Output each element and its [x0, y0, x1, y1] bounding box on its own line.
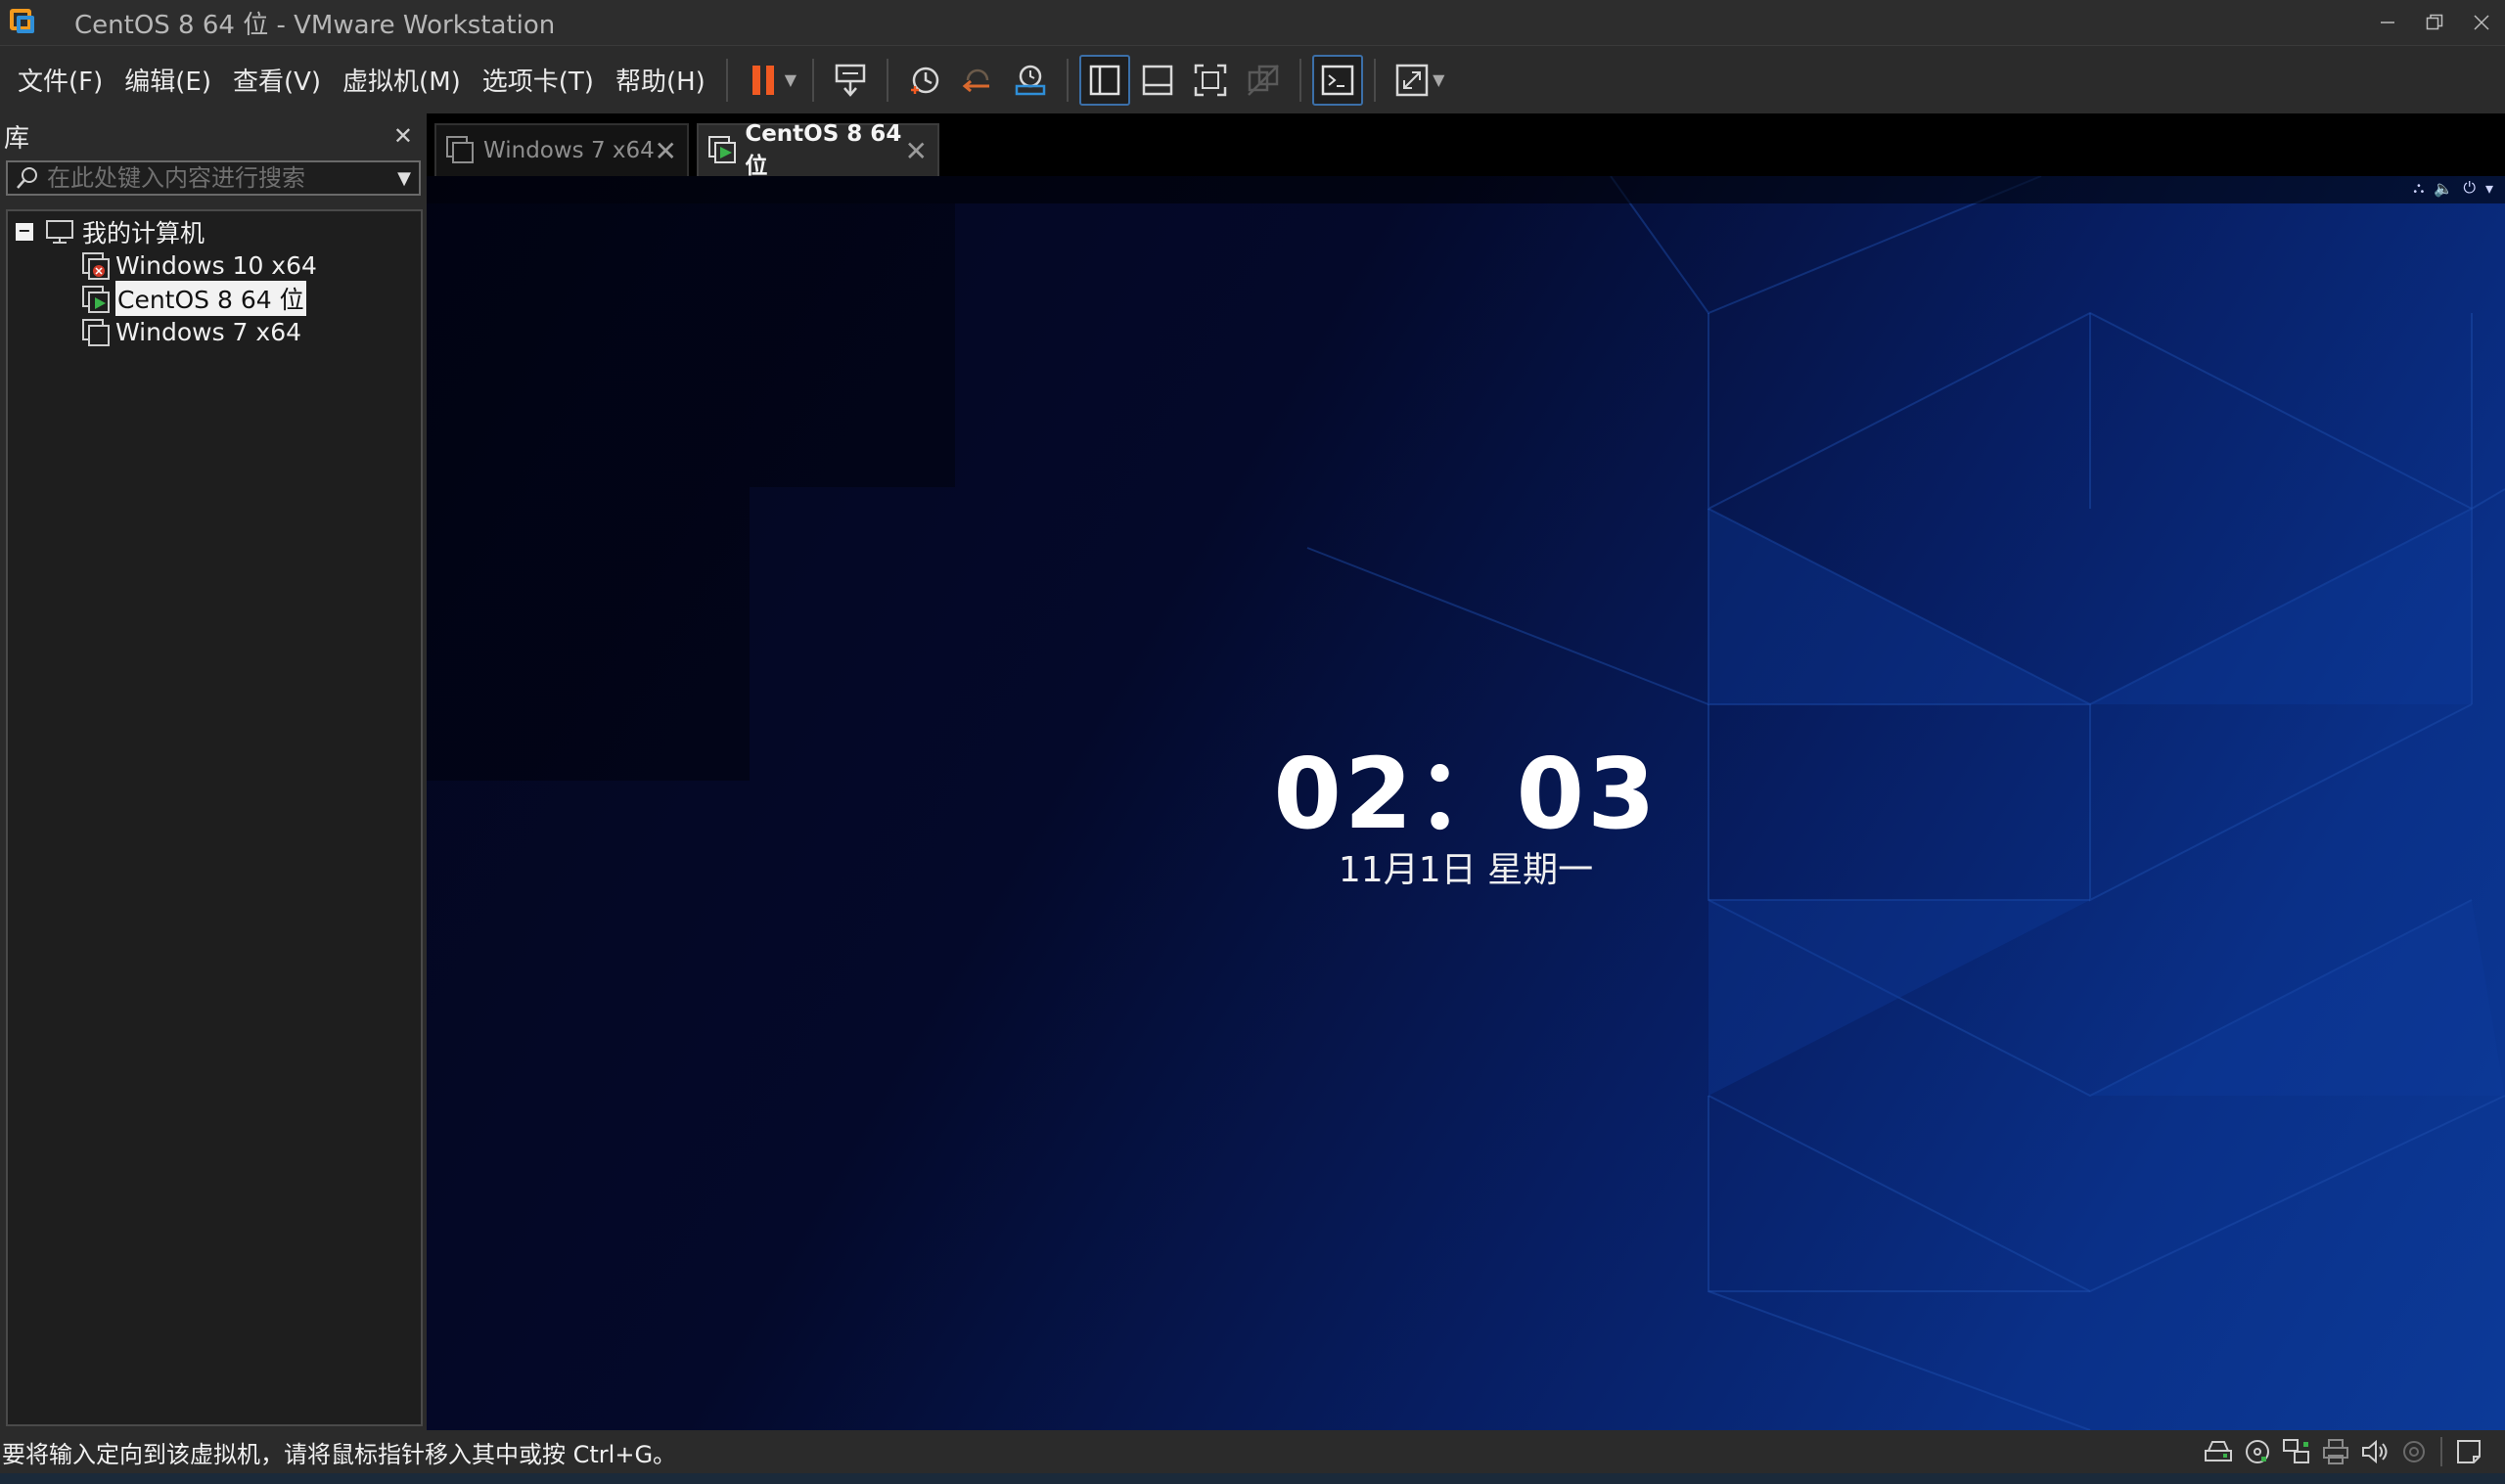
- vm-tab-icon: [446, 136, 474, 163]
- tab-label: CentOS 8 64 位: [745, 121, 902, 179]
- search-icon: [8, 165, 47, 191]
- window-bottom-edge: [0, 1473, 2505, 1484]
- restore-icon: [2426, 14, 2443, 30]
- tab-close-icon[interactable]: ✕: [905, 135, 928, 167]
- menu-vm[interactable]: 虚拟机(M): [332, 62, 472, 98]
- search-dropdown-icon[interactable]: ▼: [389, 168, 419, 189]
- volume-icon[interactable]: 🔈: [2434, 179, 2453, 198]
- tab-bar: Windows 7 x64 ✕ CentOS 8 64 位 ✕: [427, 113, 2505, 179]
- library-close-icon[interactable]: ✕: [393, 122, 413, 150]
- vm-running-icon: [80, 284, 112, 313]
- tab-close-icon[interactable]: ✕: [655, 135, 677, 167]
- tree-item-label: Windows 10 x64: [115, 250, 317, 280]
- status-message: 要将输入定向到该虚拟机，请将鼠标指针移入其中或按 Ctrl+G。: [2, 1440, 677, 1468]
- vm-running-tab-icon: [708, 136, 736, 163]
- lockscreen-date: 11月1日 星期一: [1338, 850, 1594, 890]
- snapshot-button[interactable]: [899, 55, 950, 106]
- toolbar-separator: [1067, 58, 1070, 102]
- pause-dropdown-icon[interactable]: ▼: [785, 70, 797, 89]
- menu-file[interactable]: 文件(F): [0, 62, 114, 98]
- guest-top-bar: ⛬ 🔈 ⏻ ▾: [427, 176, 2505, 203]
- revert-snapshot-button[interactable]: [952, 55, 1003, 106]
- unity-icon: [1248, 64, 1279, 96]
- menu-help[interactable]: 帮助(H): [605, 62, 716, 98]
- library-search-input[interactable]: [47, 164, 389, 192]
- sound-icon[interactable]: [2358, 1436, 2391, 1467]
- close-window-button[interactable]: [2458, 0, 2505, 45]
- stretch-dropdown-icon[interactable]: ▼: [1433, 70, 1444, 89]
- pause-icon: [752, 65, 774, 95]
- message-icon[interactable]: [2452, 1436, 2485, 1467]
- close-icon: [2474, 15, 2489, 30]
- chevron-down-icon[interactable]: ▾: [2485, 179, 2493, 198]
- tree-item-label: CentOS 8 64 位: [115, 281, 306, 316]
- menu-tabs[interactable]: 选项卡(T): [472, 62, 605, 98]
- library-view-icon: [1089, 65, 1120, 95]
- status-separator: [2440, 1437, 2442, 1466]
- hard-disk-icon[interactable]: [2202, 1436, 2235, 1467]
- restore-button[interactable]: [2411, 0, 2458, 45]
- vm-display[interactable]: ⛬ 🔈 ⏻ ▾ 02：03 11月1日 星期一: [427, 176, 2505, 1430]
- library-title: 库: [4, 123, 30, 154]
- minimize-icon: [2381, 22, 2394, 23]
- window-title: CentOS 8 64 位 - VMware Workstation: [74, 10, 556, 40]
- collapse-icon[interactable]: −: [16, 223, 33, 241]
- unity-button[interactable]: [1238, 55, 1289, 106]
- tree-item-vm[interactable]: Windows 10 x64: [80, 248, 317, 282]
- library-view-button[interactable]: [1079, 54, 1131, 106]
- tab-windows-7[interactable]: Windows 7 x64 ✕: [434, 123, 689, 176]
- console-icon: [1321, 65, 1354, 95]
- tab-label: Windows 7 x64: [483, 138, 655, 163]
- toolbar-separator: [1299, 58, 1302, 102]
- snapshot-manager-button[interactable]: [1005, 55, 1056, 106]
- tree-item-vm[interactable]: Windows 7 x64: [80, 315, 301, 348]
- library-header: 库 ✕: [0, 113, 425, 158]
- tree-item-label: Windows 7 x64: [115, 317, 302, 346]
- library-search: ▼: [6, 160, 421, 196]
- menu-toolbar: 文件(F) 编辑(E) 查看(V) 虚拟机(M) 选项卡(T) 帮助(H) ▼ …: [0, 45, 2505, 113]
- cd-dvd-icon[interactable]: [2241, 1436, 2274, 1467]
- lockscreen-clock: 02：03: [1273, 737, 1659, 851]
- tree-root-my-computer[interactable]: − 我的计算机: [16, 215, 205, 248]
- minimize-button[interactable]: [2364, 0, 2411, 45]
- stretch-icon: [1395, 64, 1429, 96]
- network-adapter-icon[interactable]: [2280, 1436, 2313, 1467]
- fullscreen-icon: [1194, 64, 1227, 96]
- power-icon[interactable]: ⏻: [2463, 178, 2476, 198]
- vm-icon: [80, 317, 112, 346]
- menu-view[interactable]: 查看(V): [222, 62, 332, 98]
- send-ctrl-alt-del-icon: [835, 64, 866, 97]
- pause-button[interactable]: [739, 55, 790, 106]
- thumbnail-bar-icon: [1142, 65, 1173, 95]
- vm-error-icon: [80, 250, 112, 280]
- menu-edit[interactable]: 编辑(E): [114, 62, 222, 98]
- stretch-button[interactable]: [1387, 55, 1437, 106]
- vmware-logo-icon: [6, 5, 41, 40]
- printer-icon[interactable]: [2319, 1436, 2352, 1467]
- toolbar-separator: [887, 58, 889, 102]
- send-ctrl-alt-del-button[interactable]: [825, 55, 876, 106]
- revert-snapshot-icon: [962, 68, 990, 92]
- status-bar: 要将输入定向到该虚拟机，请将鼠标指针移入其中或按 Ctrl+G。: [0, 1430, 2505, 1473]
- library-tree: − 我的计算机 Windows 10 x64 CentOS 8 64 位 Win…: [6, 209, 423, 1426]
- toolbar-separator: [1374, 58, 1377, 102]
- console-view-button[interactable]: [1312, 54, 1364, 106]
- thumbnail-bar-button[interactable]: [1132, 55, 1183, 106]
- snapshot-icon: [911, 67, 939, 94]
- network-icon[interactable]: ⛬: [2413, 178, 2424, 198]
- tree-root-label: 我的计算机: [82, 219, 205, 247]
- computer-icon: [46, 220, 73, 244]
- toolbar-separator: [725, 58, 728, 102]
- tree-item-vm-selected[interactable]: CentOS 8 64 位: [80, 281, 306, 316]
- title-bar: CentOS 8 64 位 - VMware Workstation: [0, 0, 2505, 45]
- usb-icon[interactable]: [2397, 1436, 2431, 1467]
- snapshot-manager-icon: [1015, 65, 1046, 95]
- toolbar-separator: [812, 58, 815, 102]
- fullscreen-button[interactable]: [1185, 55, 1236, 106]
- tab-centos-8[interactable]: CentOS 8 64 位 ✕: [697, 121, 939, 179]
